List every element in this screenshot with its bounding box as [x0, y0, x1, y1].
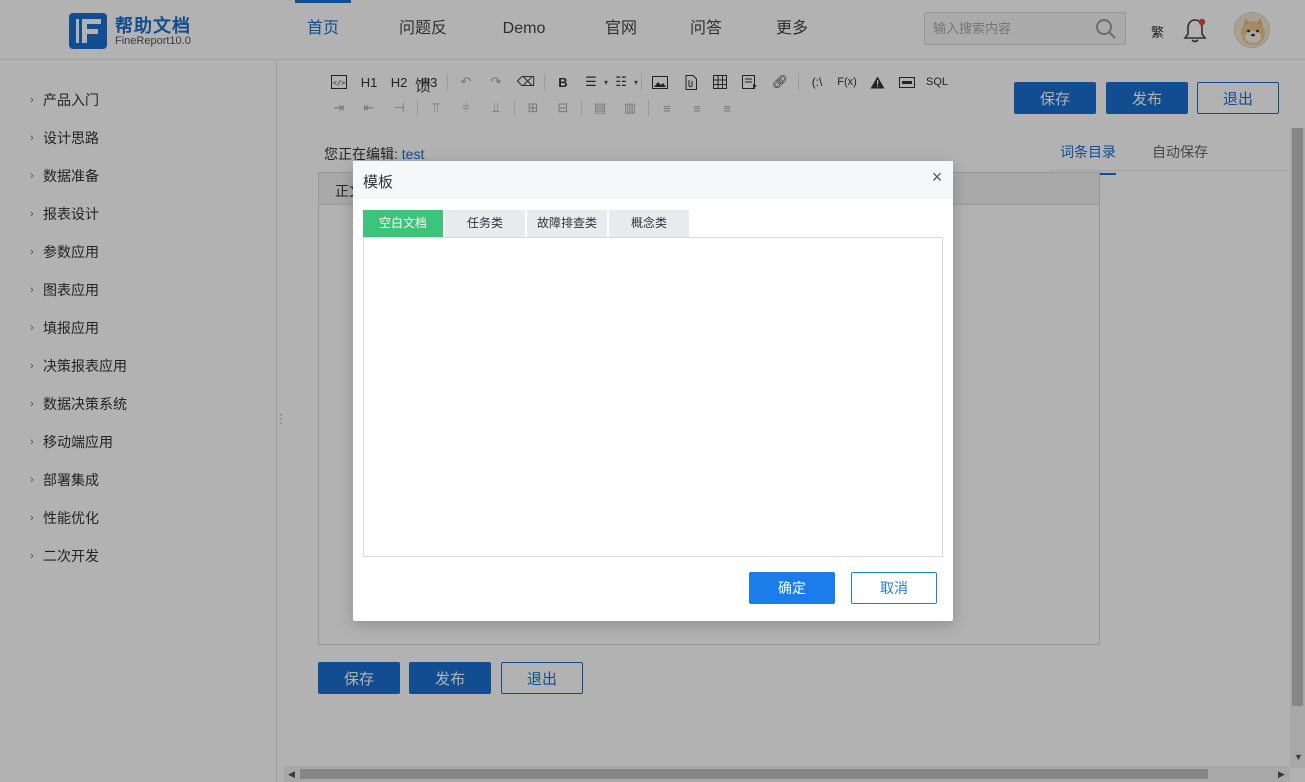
- tab-blank-doc[interactable]: 空白文档: [363, 210, 443, 237]
- cancel-button[interactable]: 取消: [851, 572, 937, 604]
- close-icon[interactable]: ×: [929, 168, 945, 186]
- dialog-header: 模板 ×: [353, 161, 953, 199]
- tab-troubleshooting[interactable]: 故障排查类: [527, 210, 607, 237]
- template-dialog: 模板 × 空白文档 任务类 故障排查类 概念类 确定 取消: [353, 161, 953, 621]
- template-tabs: 空白文档 任务类 故障排查类 概念类: [363, 210, 691, 237]
- dialog-title: 模板: [363, 174, 394, 191]
- template-preview: [363, 237, 943, 557]
- tab-task[interactable]: 任务类: [445, 210, 525, 237]
- confirm-button[interactable]: 确定: [749, 572, 835, 604]
- tab-concept[interactable]: 概念类: [609, 210, 689, 237]
